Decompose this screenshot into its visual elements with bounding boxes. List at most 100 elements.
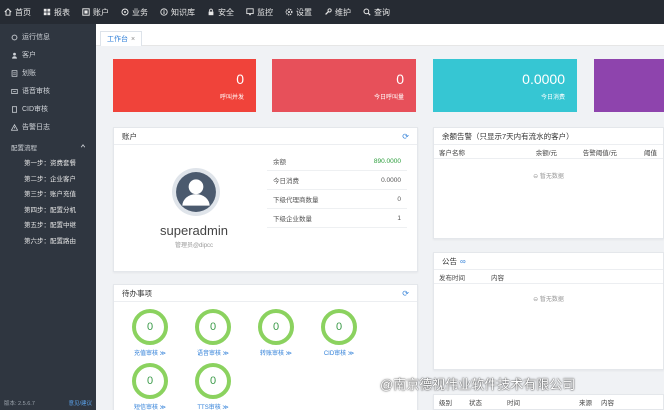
sidebar-item-label: 告警日志 (22, 124, 50, 131)
todo-label: CID审核 ≫ (323, 351, 355, 357)
grid-icon (43, 8, 51, 16)
user-role: 管理员@dipcc (174, 243, 214, 249)
todo-label: 转账审核 ≫ (260, 351, 292, 357)
todo-label: 语音审核 ≫ (197, 351, 229, 357)
account-row-balance: 余额 890.0000 (267, 152, 407, 171)
column-header: 客户名称 (439, 149, 465, 157)
nav-business[interactable]: 业务 (121, 7, 148, 18)
sidebar-item-cid-review[interactable]: CID审核 (0, 100, 96, 118)
row-label: 余额 (273, 159, 286, 166)
feedback-link[interactable]: 意见/建议 (68, 399, 92, 407)
panel-header: 余额告警（只显示7天内有流水的客户） (434, 128, 663, 145)
todo-voice-review[interactable]: 0 语音审核 ≫ (190, 309, 236, 357)
nav-label: 账户 (93, 7, 109, 17)
row-value: 0.0000 (381, 176, 401, 184)
nav-report[interactable]: 报表 (43, 7, 70, 18)
sidebar-group-label: 配置流程 (11, 145, 37, 152)
nav-account[interactable]: 账户 (82, 7, 109, 18)
stat-value: 0 (236, 71, 244, 87)
todo-recharge-review[interactable]: 0 充值审核 ≫ (127, 309, 173, 357)
column-header: 发布时间 (439, 274, 465, 282)
refresh-icon[interactable]: ⟳ (402, 132, 409, 141)
todo-cid-review[interactable]: 0 CID审核 ≫ (316, 309, 362, 357)
sidebar-step-3[interactable]: 第三步：账户充值 (0, 187, 96, 203)
home-icon (4, 8, 12, 16)
tab-label: 工作台 (107, 35, 128, 43)
refresh-icon[interactable]: ⟳ (402, 289, 409, 298)
sidebar-item-customer[interactable]: 客户 (0, 46, 96, 64)
column-header: 余额/元 (535, 149, 557, 157)
stat-card-fourth (594, 59, 664, 112)
panel-header: 公告 ∞ (434, 253, 663, 270)
nav-knowledge[interactable]: 知识库 (160, 7, 195, 18)
panel-header: 账户 ⟳ (114, 128, 417, 145)
nav-security[interactable]: 安全 (207, 7, 234, 18)
nav-label: 业务 (132, 7, 148, 17)
sidebar-item-label: 客户 (22, 52, 36, 59)
empty-text: 暂无数据 (539, 297, 564, 303)
stat-label: 呼叫并发 (219, 95, 244, 101)
tab-workbench[interactable]: 工作台 × (100, 31, 143, 46)
sidebar-item-label: 运行信息 (22, 34, 50, 41)
account-icon (82, 8, 90, 16)
todo-transfer-review[interactable]: 0 转账审核 ≫ (253, 309, 299, 357)
nav-home[interactable]: 首页 (4, 7, 31, 18)
sidebar-step-5[interactable]: 第五步：配置中继 (0, 218, 96, 234)
voice-icon (11, 88, 18, 95)
tab-bar: 工作台 × (96, 24, 664, 46)
empty-icon: ⊖ (533, 297, 540, 303)
sidebar-item-alarm-log[interactable]: 告警日志 (0, 118, 96, 136)
transfer-icon (11, 69, 18, 77)
panel-title: 待办事项 (122, 288, 152, 298)
nav-label: 设置 (296, 7, 312, 17)
todo-label: 短信审核 ≫ (134, 405, 166, 410)
account-summary-table: 余额 890.0000 今日消费 0.0000 下级代理商数量 0 下级企业数量… (267, 152, 407, 228)
row-label: 今日消费 (273, 178, 299, 185)
sidebar-item-transfer[interactable]: 划账 (0, 64, 96, 82)
todo-label: 充值审核 ≫ (134, 351, 166, 357)
sidebar-footer: 版本: 2.5.6.7 意见/建议 (4, 399, 92, 407)
link-icon[interactable]: ∞ (460, 257, 466, 266)
circle-icon (11, 34, 18, 41)
column-header: 来源 (579, 400, 592, 407)
todo-panel: 待办事项 ⟳ 0 充值审核 ≫ 0 语音审核 ≫ 0 转账审核 ≫ 0 CID审… (113, 284, 418, 410)
sidebar-step-2[interactable]: 第二步：企业客户 (0, 172, 96, 188)
close-icon[interactable]: × (131, 33, 135, 46)
sidebar-step-6[interactable]: 第六步：配置路由 (0, 234, 96, 250)
user-avatar-icon (176, 172, 216, 212)
account-row-today-spend: 今日消费 0.0000 (267, 171, 407, 190)
table-header: 发布时间 内容 (434, 270, 663, 284)
stat-card-concurrent-calls: 0 呼叫并发 (113, 59, 256, 112)
nav-label: 报表 (54, 7, 70, 17)
stat-label: 今日消费 (540, 95, 565, 101)
sidebar-item-runtime-info[interactable]: 运行信息 (0, 28, 96, 46)
account-row-sub-agents: 下级代理商数量 0 (267, 190, 407, 209)
nav-settings[interactable]: 设置 (285, 7, 312, 18)
panel-title: 公告 (442, 256, 457, 266)
nav-query[interactable]: 查询 (363, 7, 390, 18)
column-header: 级别 (439, 400, 452, 407)
sidebar-step-4[interactable]: 第四步：配置分机 (0, 203, 96, 219)
panel-title: 余额告警（只显示7天内有流水的客户） (442, 131, 574, 141)
avatar (172, 168, 220, 216)
column-header: 告警阈值/元 (582, 149, 617, 157)
todo-sms-review[interactable]: 0 短信审核 ≫ (127, 363, 173, 410)
sidebar-group-config-flow[interactable]: 配置流程 (0, 138, 96, 156)
todo-count: 0 (132, 309, 168, 345)
doc-icon (11, 105, 18, 113)
lock-icon (207, 8, 215, 16)
notice-panel: 公告 ∞ 发布时间 内容 ⊖ 暂无数据 (433, 252, 664, 370)
info-icon (160, 8, 168, 16)
todo-count: 0 (195, 363, 231, 399)
sidebar: 运行信息 客户 划账 语音审核 CID审核 告警日志 配置流程 第一步：资费套餐… (0, 24, 96, 410)
sidebar-step-1[interactable]: 第一步：资费套餐 (0, 156, 96, 172)
stat-value: 0 (396, 71, 404, 87)
balance-alert-panel: 余额告警（只显示7天内有流水的客户） 客户名称 余额/元 告警阈值/元 阈值 ⊖… (433, 127, 664, 239)
nav-maintenance[interactable]: 维护 (324, 7, 351, 18)
nav-monitor[interactable]: 监控 (246, 7, 273, 18)
sidebar-item-voice-review[interactable]: 语音审核 (0, 82, 96, 100)
user-icon (11, 52, 18, 59)
stat-value: 0.0000 (522, 71, 565, 87)
monitor-icon (246, 8, 254, 16)
todo-tts-review[interactable]: 0 TTS审核 ≫ (190, 363, 236, 410)
